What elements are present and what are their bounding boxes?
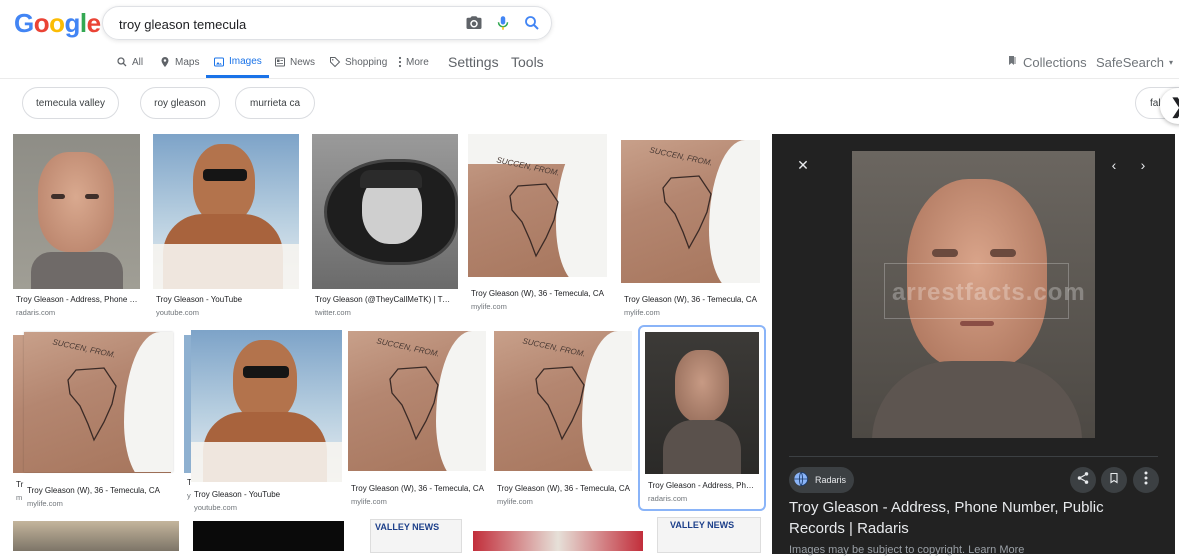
result-card[interactable]: SUCCEN, FROM. Troy Gleason (W), 36 - Tem… (494, 331, 632, 511)
search-icon[interactable] (523, 14, 541, 32)
result-card[interactable]: T y Troy Gleason - YouTube youtube.com (184, 330, 342, 515)
source-site-pill[interactable]: Radaris (789, 467, 855, 493)
tab-shopping[interactable]: Shopping (329, 48, 387, 76)
more-options-button[interactable] (1133, 467, 1159, 493)
result-card[interactable]: Troy Gleason (@TheyCallMeTK) | Twitter t… (312, 134, 458, 319)
tab-more[interactable]: More (398, 48, 429, 76)
safesearch-menu[interactable]: SafeSearch ▾ (1096, 48, 1173, 76)
collections-link[interactable]: Collections (1006, 48, 1087, 76)
tattoo-outline (662, 175, 712, 250)
result-card[interactable]: VALLEY NEWS (657, 517, 761, 553)
more-vert-icon (398, 56, 402, 68)
result-card[interactable] (473, 531, 643, 551)
search-input[interactable] (117, 7, 451, 41)
chevron-right-icon: ❯ (1170, 94, 1179, 119)
mic-icon[interactable] (494, 14, 512, 32)
close-icon[interactable]: ✕ (794, 156, 812, 174)
tab-maps[interactable]: Maps (159, 48, 199, 76)
result-thumbnail (645, 332, 759, 474)
result-thumbnail (191, 330, 342, 482)
chip-temecula-valley[interactable]: temecula valley (22, 87, 119, 119)
tab-news[interactable]: News (274, 48, 315, 76)
preview-image[interactable]: arrestfacts.com (852, 151, 1095, 438)
search-tabs: All Maps Images News Shopping More Setti… (0, 48, 1179, 79)
image-preview-panel: ✕ ‹ › arrestfacts.com Radaris Troy Gleas… (772, 134, 1175, 556)
result-thumbnail: SUCCEN, FROM. (468, 134, 607, 277)
result-thumbnail (153, 134, 299, 289)
result-card[interactable] (13, 521, 179, 551)
google-logo[interactable]: Google (14, 8, 101, 39)
chip-roy-gleason[interactable]: roy gleason (140, 87, 220, 119)
news-icon (274, 56, 286, 68)
result-card[interactable]: SUCCEN, FROM. Troy Gleason (W), 36 - Tem… (621, 140, 760, 320)
result-thumbnail (13, 134, 140, 289)
share-icon (1076, 471, 1090, 490)
save-button[interactable] (1101, 467, 1127, 493)
chevron-left-icon[interactable]: ‹ (1105, 156, 1123, 174)
result-card[interactable]: VALLEY NEWS (370, 519, 462, 553)
copyright-notice: Images may be subject to copyright. Lear… (789, 544, 1025, 556)
result-thumbnail: SUCCEN, FROM. (494, 331, 632, 471)
globe-icon (793, 471, 809, 489)
watermark: arrestfacts.com (892, 279, 1086, 306)
tattoo-outline (535, 366, 585, 441)
image-icon (213, 56, 225, 68)
tab-images[interactable]: Images (206, 48, 269, 78)
tattoo-outline (67, 367, 117, 442)
result-card[interactable]: SUCCEN, FROM. Troy Gleason (W), 36 - Tem… (348, 331, 486, 511)
result-card[interactable]: Troy Gleason - Address, Phone Number, Pu… (13, 134, 140, 319)
chevron-right-icon[interactable]: › (1134, 156, 1152, 174)
divider (789, 456, 1158, 457)
more-vert-icon (1144, 471, 1148, 490)
chip-murrieta-ca[interactable]: murrieta ca (235, 87, 315, 119)
tools-link[interactable]: Tools (511, 48, 544, 76)
result-card[interactable]: SUCCEN, FROM. Troy Gleason (W), 36 - Tem… (468, 134, 607, 319)
caret-down-icon: ▾ (1168, 57, 1173, 67)
tag-icon (329, 56, 341, 68)
search-box[interactable] (102, 6, 552, 41)
bookmark-icon (1108, 471, 1120, 490)
tattoo-outline (389, 366, 439, 441)
result-card[interactable]: Tr m SUCCEN, FROM. Troy Gleason (W), 36 … (13, 332, 173, 515)
result-card[interactable] (193, 521, 344, 551)
tab-all[interactable]: All (116, 48, 143, 76)
share-button[interactable] (1070, 467, 1096, 493)
result-thumbnail: SUCCEN, FROM. (24, 332, 173, 472)
tattoo-outline (509, 183, 559, 258)
result-thumbnail (312, 134, 458, 289)
search-icon (116, 56, 128, 68)
camera-icon[interactable] (465, 14, 483, 32)
result-card-selected[interactable]: Troy Gleason - Address, Phone Number, Pu… (638, 325, 766, 511)
result-card[interactable]: Troy Gleason - YouTube youtube.com (153, 134, 299, 319)
map-pin-icon (159, 56, 171, 68)
result-thumbnail: SUCCEN, FROM. (348, 331, 486, 471)
result-thumbnail: SUCCEN, FROM. (621, 140, 760, 283)
preview-title-link[interactable]: Troy Gleason - Address, Phone Number, Pu… (789, 497, 1159, 539)
bookmark-icon (1006, 54, 1018, 70)
settings-link[interactable]: Settings (448, 48, 499, 76)
